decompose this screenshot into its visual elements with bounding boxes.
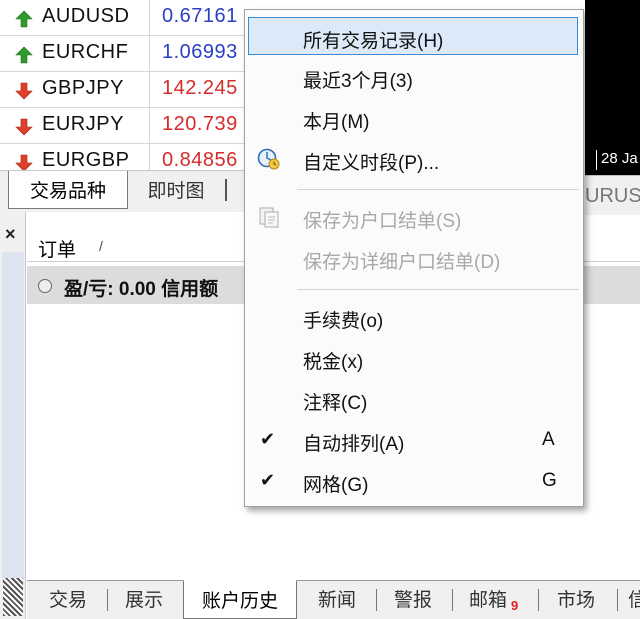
symbol-label: GBPJPY xyxy=(42,77,124,99)
tab-news[interactable]: 新闻 xyxy=(312,585,362,615)
tab-divider xyxy=(617,589,618,611)
menu-item-all-history[interactable]: 所有交易记录(H) xyxy=(248,17,578,55)
tab-alerts[interactable]: 警报 xyxy=(388,585,438,615)
clock-icon xyxy=(257,148,280,170)
tab-divider xyxy=(107,589,108,611)
menu-item-label: 注释(C) xyxy=(303,393,368,414)
tab-divider xyxy=(538,589,539,611)
down-arrow-icon xyxy=(15,118,33,136)
tab-signals[interactable]: 信 xyxy=(628,585,640,615)
menu-item-taxes[interactable]: 税金(x) xyxy=(245,339,583,377)
market-row[interactable]: GBPJPY 142.245 xyxy=(0,72,248,108)
menu-item-label: 本月(M) xyxy=(303,112,370,133)
checkmark-icon: ✔ xyxy=(260,429,276,449)
menu-item-label: 税金(x) xyxy=(303,352,364,373)
symbol-label: EURCHF xyxy=(42,41,129,63)
column-divider xyxy=(149,144,150,170)
menu-item-label: 保存为详细户口结单(D) xyxy=(303,252,501,273)
tab-exposure[interactable]: 展示 xyxy=(118,585,170,615)
tab-account-history[interactable]: 账户历史 xyxy=(183,580,297,619)
tab-symbols[interactable]: 交易品种 xyxy=(8,171,128,209)
menu-item-label: 网格(G) xyxy=(303,475,369,496)
menu-separator xyxy=(297,289,579,290)
bid-price: 120.739 xyxy=(162,113,238,135)
menu-item-grid[interactable]: ✔ 网格(G) G xyxy=(245,462,583,500)
symbol-label: EURGBP xyxy=(42,149,130,170)
chart-date-tick xyxy=(596,150,597,170)
column-divider xyxy=(149,72,150,108)
column-divider xyxy=(149,36,150,72)
market-row[interactable]: EURCHF 1.06993 xyxy=(0,36,248,72)
toolbox-side-stripe xyxy=(2,252,24,582)
bid-price: 0.84856 xyxy=(162,149,238,170)
menu-item-label: 手续费(o) xyxy=(303,311,384,332)
checkmark-icon: ✔ xyxy=(260,470,276,490)
market-watch-tabs: 交易品种 即时图 xyxy=(0,170,248,212)
market-row[interactable]: EURGBP 0.84856 xyxy=(0,144,248,170)
menu-item-label: 自动排列(A) xyxy=(303,434,405,455)
profit-loss-summary: 盈/亏: 0.00 信用额 xyxy=(64,279,219,300)
down-arrow-icon xyxy=(15,154,33,170)
menu-item-auto-arrange[interactable]: ✔ 自动排列(A) A xyxy=(245,421,583,459)
menu-item-label: 最近3个月(3) xyxy=(303,71,413,92)
menu-item-accelerator: A xyxy=(542,429,555,450)
market-row[interactable]: AUDUSD 0.67161 xyxy=(0,0,248,36)
tab-market[interactable]: 市场 xyxy=(551,585,601,615)
up-arrow-icon xyxy=(15,10,33,28)
tab-chart-eurusd[interactable]: URUSD xyxy=(585,178,640,212)
symbol-label: EURJPY xyxy=(42,113,124,135)
tab-trade[interactable]: 交易 xyxy=(44,585,92,615)
bid-price: 0.67161 xyxy=(162,5,238,27)
symbol-label: AUDUSD xyxy=(42,5,130,27)
save-report-icon xyxy=(259,207,279,228)
tab-divider xyxy=(452,589,453,611)
summary-icon xyxy=(38,279,52,293)
menu-item-save-detailed-statement[interactable]: 保存为详细户口结单(D) xyxy=(245,239,583,277)
column-divider xyxy=(149,0,150,36)
menu-item-label: 自定义时段(P)... xyxy=(303,153,440,174)
up-arrow-icon xyxy=(15,46,33,64)
chart-area[interactable] xyxy=(585,0,640,175)
mailbox-count-badge: 9 xyxy=(511,598,519,613)
menu-item-comments[interactable]: 注释(C) xyxy=(245,380,583,418)
column-divider xyxy=(149,108,150,144)
tab-divider xyxy=(225,179,227,201)
menu-item-commission[interactable]: 手续费(o) xyxy=(245,298,583,336)
tab-divider xyxy=(376,589,377,611)
column-header-orders[interactable]: 订单 xyxy=(38,235,76,262)
menu-item-last-3-months[interactable]: 最近3个月(3) xyxy=(245,58,583,96)
chart-date-label: 28 Ja xyxy=(601,150,638,167)
menu-item-label: 保存为户口结单(S) xyxy=(303,211,462,232)
bid-price: 1.06993 xyxy=(162,41,238,63)
menu-item-save-statement[interactable]: 保存为户口结单(S) xyxy=(245,198,583,236)
bid-price: 142.245 xyxy=(162,77,238,99)
tab-tick-chart[interactable]: 即时图 xyxy=(130,171,222,209)
menu-item-label: 所有交易记录(H) xyxy=(303,31,444,52)
history-context-menu: 所有交易记录(H) 最近3个月(3) 本月(M) 自定义时段(P)... 保存为… xyxy=(244,9,584,507)
down-arrow-icon xyxy=(15,82,33,100)
menu-item-this-month[interactable]: 本月(M) xyxy=(245,99,583,137)
market-watch: AUDUSD 0.67161 EURCHF 1.06993 GBPJPY 142… xyxy=(0,0,248,170)
menu-item-accelerator: G xyxy=(542,470,557,491)
close-icon[interactable]: × xyxy=(5,224,16,245)
menu-item-custom-period[interactable]: 自定义时段(P)... xyxy=(245,140,583,178)
market-row[interactable]: EURJPY 120.739 xyxy=(0,108,248,144)
sort-indicator: / xyxy=(99,238,103,254)
menu-separator xyxy=(297,189,579,190)
toolbox-grip[interactable] xyxy=(3,578,23,616)
tab-mailbox[interactable]: 邮箱 xyxy=(463,585,513,615)
